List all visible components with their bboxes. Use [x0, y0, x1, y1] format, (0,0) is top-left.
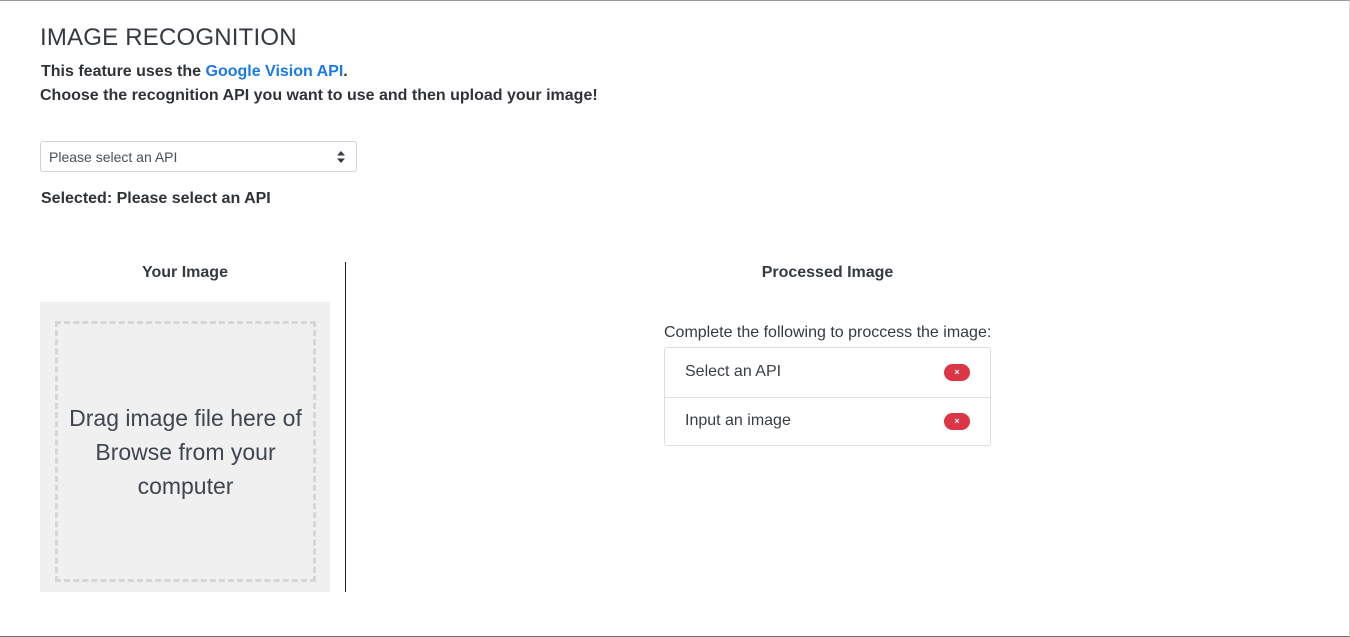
your-image-title: Your Image	[142, 264, 228, 281]
select-arrows-icon	[337, 151, 345, 163]
incomplete-badge: ×	[944, 363, 970, 381]
page-frame: IMAGE RECOGNITION This feature uses the …	[0, 0, 1350, 637]
dropzone-border: Drag image file here of Browse from your…	[55, 321, 316, 582]
intro-text: This feature uses the Google Vision API.	[41, 63, 348, 81]
image-dropzone[interactable]: Drag image file here of Browse from your…	[40, 302, 330, 592]
api-select-value: Please select an API	[49, 148, 178, 165]
processed-image-title: Processed Image	[761, 264, 894, 281]
requirements-list: Select an API × Input an image ×	[664, 347, 991, 446]
checklist-caption: Complete the following to proccess the i…	[664, 324, 992, 341]
instructions-text: Choose the recognition API you want to u…	[40, 87, 598, 104]
column-divider	[345, 262, 346, 592]
api-select[interactable]: Please select an API	[40, 141, 357, 172]
list-item-input-image: Input an image ×	[665, 396, 990, 446]
dropzone-text: Drag image file here of Browse from your…	[69, 404, 302, 499]
selected-api-text: Selected: Please select an API	[41, 190, 271, 207]
list-item-label: Input an image	[685, 412, 791, 430]
list-item-label: Select an API	[685, 363, 782, 381]
intro-prefix: This feature uses the	[41, 63, 206, 80]
intro-suffix: .	[343, 63, 348, 80]
list-item-select-api: Select an API ×	[665, 348, 990, 397]
google-vision-api-link[interactable]: Google Vision API	[206, 63, 344, 80]
page-title: IMAGE RECOGNITION	[40, 24, 297, 51]
incomplete-badge: ×	[944, 412, 970, 430]
